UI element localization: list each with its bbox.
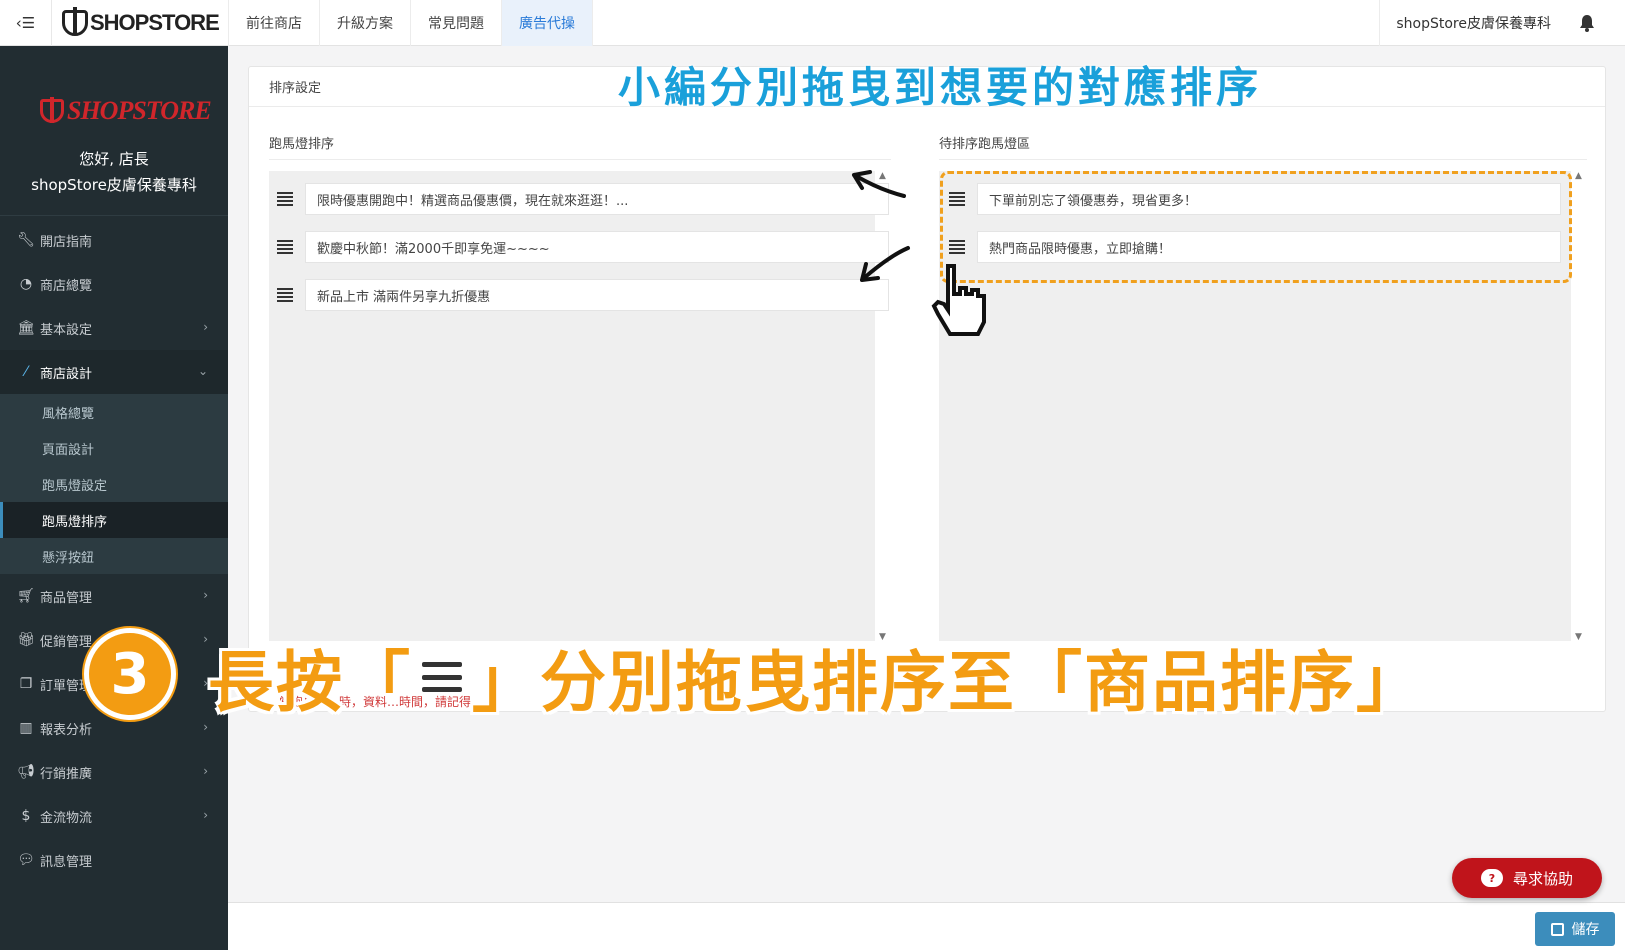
submenu-item-floating-button[interactable]: 懸浮按鈕 [0,538,228,574]
sidebar-item-products[interactable]: 🛒︎ 商品管理 › [0,574,228,618]
chevron-right-icon: › [203,588,208,602]
sidebar-item-label: 訊息管理 [40,854,93,870]
sidebar-item-label: 基本設定 [40,322,93,338]
bell-icon[interactable] [1579,14,1595,32]
step-number-badge: 3 [84,628,176,720]
sidebar-menu: 🔧︎ 開店指南 ◔ 商店總覽 🏛︎ 基本設定 › ⁄ 商店設計 ⌄ 風格總覽 頁… [0,218,228,882]
drag-handle-icon [422,662,462,692]
top-bar: ‹☰ SHOPSTORE 前往商店 升級方案 常見問題 廣告代操 shopSto… [0,0,1625,46]
chat-help-icon: ? [1480,869,1503,887]
sidebar-logo-text: SHOPSTORE [67,96,212,125]
arrow-left-down-icon [860,246,910,282]
annotation-step-text: 長按「 」分別拖曳排序至「商品排序」 [208,637,1424,721]
sidebar: SHOPSTORE 您好, 店長 shopStore皮膚保養專科 🔧︎ 開店指南… [0,46,228,950]
sidebar-item-marketing[interactable]: 📢︎ 行銷推廣 › [0,750,228,794]
right-column-divider [939,159,1587,160]
store-design-submenu: 風格總覽 頁面設計 跑馬燈設定 跑馬燈排序 懸浮按鈕 [0,394,228,574]
chevron-right-icon: › [203,320,208,334]
list-item[interactable]: 歡慶中秋節！滿2000千即享免運~~~~ [277,231,889,263]
submenu-item-marquee-settings[interactable]: 跑馬燈設定 [0,466,228,502]
sort-settings-panel: 排序設定 跑馬燈排序 待排序跑馬燈區 ▲ ▼ 限時優惠開跑中！精選商品優惠價，現… [248,66,1606,712]
top-nav: 前往商店 升級方案 常見問題 廣告代操 [228,0,593,46]
submenu-item-marquee-sort[interactable]: 跑馬燈排序 [0,502,228,538]
sidebar-item-label: 促銷管理 [40,634,93,650]
sidebar-item-label: 金流物流 [40,810,93,826]
brand-logo[interactable]: SHOPSTORE [62,7,220,38]
wrench-icon: 🔧︎ [17,232,35,248]
chevron-right-icon: › [203,764,208,778]
dashboard-icon: ◔ [19,276,33,292]
dollar-icon: $ [21,808,31,824]
cart-icon: 🛒︎ [17,588,35,604]
step-text-after: 」分別拖曳排序至「商品排序」 [472,644,1424,721]
store-name-menu[interactable]: shopStore皮膚保養專科 [1379,0,1551,46]
list-item[interactable]: 新品上市 滿兩件另享九折優惠 [277,279,889,311]
bullhorn-icon: 📢︎ [17,764,35,780]
marquee-item-text: 新品上市 滿兩件另享九折優惠 [305,279,889,311]
sidebar-item-guide[interactable]: 🔧︎ 開店指南 [0,218,228,262]
user-greeting: 您好, 店長 shopStore皮膚保養專科 [0,146,228,198]
topnav-item-faq[interactable]: 常見問題 [410,0,501,46]
marquee-item-text: 限時優惠開跑中！精選商品優惠價，現在就來逛逛！... [305,183,889,215]
sidebar-item-overview[interactable]: ◔ 商店總覽 [0,262,228,306]
annotation-highlight-box [940,171,1572,283]
list-item[interactable]: 限時優惠開跑中！精選商品優惠價，現在就來逛逛！... [277,183,889,215]
brand-mark-icon [62,7,88,36]
gift-icon: 🎁︎ [17,632,35,648]
sidebar-logo: SHOPSTORE [40,96,212,126]
bar-chart-icon: ▥ [19,720,33,736]
submenu-item-page-design[interactable]: 頁面設計 [0,430,228,466]
sidebar-logo-mark-icon [40,97,64,123]
arrow-left-up-icon [852,170,906,198]
drag-handle-icon[interactable] [277,240,293,254]
sidebar-item-messages[interactable]: 💬︎ 訊息管理 [0,838,228,882]
topnav-item-ads[interactable]: 廣告代操 [501,0,593,46]
right-scroll-down-icon[interactable]: ▼ [1575,632,1582,642]
annotation-top-text: 小編分別拖曳到想要的對應排序 [618,63,1263,112]
sidebar-item-label: 商店設計 [40,366,93,382]
bank-icon: 🏛︎ [17,320,35,336]
topnav-item-upgrade[interactable]: 升級方案 [319,0,410,46]
topnav-item-store[interactable]: 前往商店 [228,0,319,46]
sidebar-item-label: 商品管理 [40,590,93,606]
chevron-down-icon: ⌄ [197,364,208,378]
greeting-store-name: shopStore皮膚保養專科 [31,176,197,194]
chevron-right-icon: › [203,808,208,822]
menu-collapse-icon: ‹☰ [15,14,36,32]
sidebar-item-store-design[interactable]: ⁄ 商店設計 ⌄ [0,350,228,394]
help-button[interactable]: ? 尋求協助 [1452,858,1602,898]
drag-handle-icon[interactable] [277,192,293,206]
sidebar-item-payment-logistics[interactable]: $ 金流物流 › [0,794,228,838]
magic-wand-icon: ⁄ [24,364,28,380]
sidebar-item-label: 開店指南 [40,234,93,250]
sidebar-item-label: 行銷推廣 [40,766,93,782]
sidebar-item-label: 報表分析 [40,722,93,738]
hand-cursor-icon [931,264,986,336]
drag-handle-icon[interactable] [277,288,293,302]
help-button-label: 尋求協助 [1512,869,1573,888]
marquee-item-text: 歡慶中秋節！滿2000千即享免運~~~~ [305,231,889,263]
left-column-title: 跑馬燈排序 [269,137,335,152]
sidebar-item-label: 商店總覽 [40,278,93,294]
greeting-text: 您好, 店長 [79,150,149,168]
floppy-disk-icon [1550,922,1564,936]
comments-icon: 💬︎ [17,852,35,868]
sidebar-item-basic-settings[interactable]: 🏛︎ 基本設定 › [0,306,228,350]
save-button[interactable]: 儲存 [1535,912,1615,946]
bottom-action-bar [228,902,1625,950]
submenu-item-style-overview[interactable]: 風格總覽 [0,394,228,430]
left-column-divider [269,159,891,160]
right-column-title: 待排序跑馬燈區 [939,137,1031,152]
copy-icon: ❐ [19,676,33,692]
sidebar-toggle-button[interactable]: ‹☰ [0,0,52,46]
step-text-before: 長按「 [208,644,412,721]
save-button-label: 儲存 [1571,922,1600,938]
sidebar-divider [0,215,228,216]
brand-text: SHOPSTORE [90,10,220,35]
right-scroll-up-icon[interactable]: ▲ [1575,171,1582,181]
